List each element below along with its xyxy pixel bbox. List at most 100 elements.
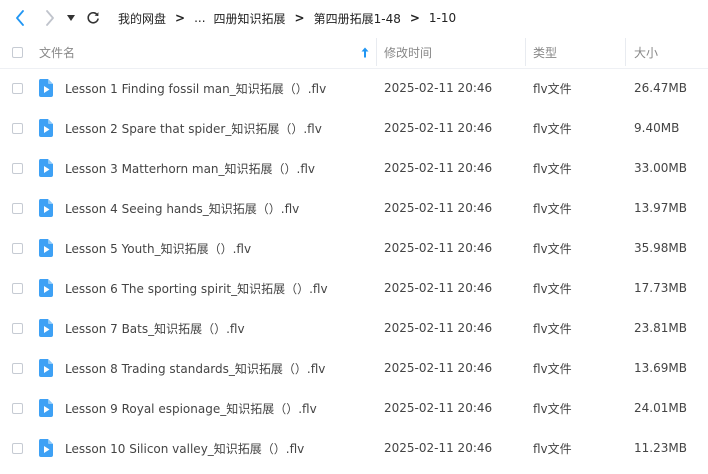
file-modified: 2025-02-11 20:46 [384, 281, 493, 295]
forward-button[interactable] [40, 8, 60, 28]
table-row[interactable]: Lesson 8 Trading standards_知识拓展（）.flv 20… [0, 348, 708, 388]
file-size: 13.69MB [634, 361, 687, 375]
column-divider[interactable] [376, 38, 377, 66]
column-header-name-label: 文件名 [39, 45, 76, 60]
table-row[interactable]: Lesson 3 Matterhorn man_知识拓展（）.flv 2025-… [0, 148, 708, 188]
breadcrumb-item-current[interactable]: 1-10 [429, 11, 456, 25]
chevron-right-icon [46, 10, 54, 26]
file-name[interactable]: Lesson 4 Seeing hands_知识拓展（）.flv [65, 188, 299, 228]
column-header-modified[interactable]: 修改时间 [384, 36, 432, 68]
row-checkbox[interactable] [12, 362, 23, 374]
file-table-header: 文件名 修改时间 类型 大小 [0, 36, 708, 69]
file-modified: 2025-02-11 20:46 [384, 161, 493, 175]
select-all-cell [12, 36, 23, 68]
breadcrumb: 我的网盘 > ... 四册知识拓展 > 第四册拓展1-48 > 1-10 [118, 10, 456, 27]
breadcrumb-separator: > [294, 11, 305, 25]
file-type: flv文件 [533, 281, 572, 296]
file-name[interactable]: Lesson 1 Finding fossil man_知识拓展（）.flv [65, 68, 326, 108]
video-file-icon [38, 279, 53, 297]
select-all-checkbox[interactable] [12, 46, 23, 58]
video-file-icon [38, 359, 53, 377]
file-modified: 2025-02-11 20:46 [384, 241, 493, 255]
row-checkbox[interactable] [12, 202, 23, 214]
file-type: flv文件 [533, 201, 572, 216]
table-row[interactable]: Lesson 7 Bats_知识拓展（）.flv 2025-02-11 20:4… [0, 308, 708, 348]
file-name[interactable]: Lesson 10 Silicon valley_知识拓展（）.flv [65, 428, 304, 468]
video-file-icon [38, 199, 53, 217]
file-name[interactable]: Lesson 3 Matterhorn man_知识拓展（）.flv [65, 148, 315, 188]
back-button[interactable] [10, 8, 30, 28]
history-dropdown-button[interactable] [64, 8, 78, 28]
file-modified: 2025-02-11 20:46 [384, 401, 493, 415]
row-checkbox[interactable] [12, 122, 23, 134]
file-name[interactable]: Lesson 8 Trading standards_知识拓展（）.flv [65, 348, 325, 388]
row-checkbox[interactable] [12, 282, 23, 294]
column-header-size[interactable]: 大小 [634, 36, 658, 68]
file-modified: 2025-02-11 20:46 [384, 441, 493, 455]
row-checkbox[interactable] [12, 162, 23, 174]
top-nav-bar: 我的网盘 > ... 四册知识拓展 > 第四册拓展1-48 > 1-10 [0, 0, 708, 36]
file-name[interactable]: Lesson 6 The sporting spirit_知识拓展（）.flv [65, 268, 328, 308]
sort-asc-icon [361, 47, 369, 58]
file-modified: 2025-02-11 20:46 [384, 121, 493, 135]
file-size: 24.01MB [634, 401, 687, 415]
table-row[interactable]: Lesson 4 Seeing hands_知识拓展（）.flv 2025-02… [0, 188, 708, 228]
row-checkbox[interactable] [12, 402, 23, 414]
file-size: 11.23MB [634, 441, 687, 455]
row-checkbox[interactable] [12, 82, 23, 94]
breadcrumb-separator: > [175, 11, 186, 25]
video-file-icon [38, 119, 53, 137]
file-size: 13.97MB [634, 201, 687, 215]
breadcrumb-item-subfolder[interactable]: 第四册拓展1-48 [314, 10, 401, 27]
breadcrumb-separator: > [409, 11, 420, 25]
caret-down-icon [67, 15, 75, 21]
breadcrumb-item-home[interactable]: 我的网盘 [118, 10, 166, 27]
file-name[interactable]: Lesson 9 Royal espionage_知识拓展（）.flv [65, 388, 317, 428]
row-checkbox[interactable] [12, 442, 23, 454]
file-type: flv文件 [533, 441, 572, 456]
file-type: flv文件 [533, 321, 572, 336]
file-modified: 2025-02-11 20:46 [384, 361, 493, 375]
column-header-type-label: 类型 [533, 45, 558, 60]
file-modified: 2025-02-11 20:46 [384, 321, 493, 335]
column-divider[interactable] [525, 38, 526, 66]
file-name[interactable]: Lesson 2 Spare that spider_知识拓展（）.flv [65, 108, 322, 148]
file-name[interactable]: Lesson 7 Bats_知识拓展（）.flv [65, 308, 245, 348]
video-file-icon [38, 159, 53, 177]
column-header-type[interactable]: 类型 [533, 36, 557, 68]
video-file-icon [38, 399, 53, 417]
column-header-size-label: 大小 [634, 45, 659, 60]
table-row[interactable]: Lesson 6 The sporting spirit_知识拓展（）.flv … [0, 268, 708, 308]
file-type: flv文件 [533, 161, 572, 176]
file-type: flv文件 [533, 241, 572, 256]
row-checkbox[interactable] [12, 242, 23, 254]
file-type: flv文件 [533, 401, 572, 416]
file-size: 23.81MB [634, 321, 687, 335]
column-header-modified-label: 修改时间 [384, 45, 433, 60]
file-type: flv文件 [533, 81, 572, 96]
file-type: flv文件 [533, 121, 572, 136]
file-size: 17.73MB [634, 281, 687, 295]
file-size: 26.47MB [634, 81, 687, 95]
video-file-icon [38, 439, 53, 457]
video-file-icon [38, 79, 53, 97]
file-type: flv文件 [533, 361, 572, 376]
file-size: 35.98MB [634, 241, 687, 255]
row-checkbox[interactable] [12, 322, 23, 334]
breadcrumb-item-folder[interactable]: 四册知识拓展 [214, 10, 286, 27]
video-file-icon [38, 319, 53, 337]
table-row[interactable]: Lesson 10 Silicon valley_知识拓展（）.flv 2025… [0, 428, 708, 468]
file-name[interactable]: Lesson 5 Youth_知识拓展（）.flv [65, 228, 251, 268]
chevron-left-icon [16, 10, 24, 26]
refresh-button[interactable] [84, 8, 102, 28]
video-file-icon [38, 239, 53, 257]
table-row[interactable]: Lesson 2 Spare that spider_知识拓展（）.flv 20… [0, 108, 708, 148]
breadcrumb-item-ellipsis[interactable]: ... [194, 11, 205, 25]
file-modified: 2025-02-11 20:46 [384, 81, 493, 95]
file-size: 33.00MB [634, 161, 687, 175]
table-row[interactable]: Lesson 9 Royal espionage_知识拓展（）.flv 2025… [0, 388, 708, 428]
column-divider[interactable] [625, 38, 626, 66]
table-row[interactable]: Lesson 5 Youth_知识拓展（）.flv 2025-02-11 20:… [0, 228, 708, 268]
table-row[interactable]: Lesson 1 Finding fossil man_知识拓展（）.flv 2… [0, 68, 708, 108]
column-header-name[interactable]: 文件名 [39, 36, 375, 68]
